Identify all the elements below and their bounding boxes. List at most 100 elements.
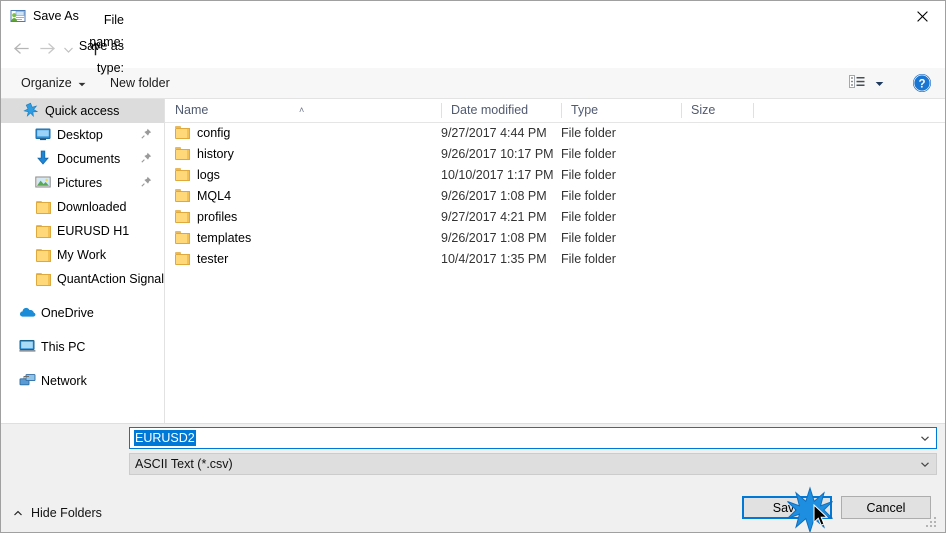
- file-type-cell: File folder: [561, 230, 616, 245]
- file-date-cell: 9/27/2017 4:44 PM: [441, 125, 547, 140]
- documents-icon: [35, 150, 51, 169]
- folder-icon: [175, 210, 190, 223]
- sidebar-item-label: My Work: [57, 248, 107, 262]
- folder-icon: [35, 272, 51, 286]
- column-header-name[interactable]: Name ˄: [165, 99, 441, 121]
- folder-icon: [35, 200, 51, 214]
- back-button[interactable]: [9, 38, 33, 62]
- column-divider[interactable]: [561, 103, 562, 118]
- sidebar-item-label: Pictures: [57, 176, 103, 190]
- save-as-dialog: Save As Organize New folder ? Quick acce…: [0, 0, 946, 533]
- file-list-pane: Name ˄ Date modified Type Size config 9/27/20…: [165, 99, 945, 423]
- table-row[interactable]: MQL4 9/26/2017 1:08 PM File folder: [165, 185, 945, 206]
- file-date-cell: 9/26/2017 1:08 PM: [441, 230, 547, 245]
- sidebar-item-this-pc[interactable]: This PC: [1, 335, 164, 359]
- sidebar-item-my-work[interactable]: My Work: [1, 243, 164, 267]
- table-row[interactable]: templates 9/26/2017 1:08 PM File folder: [165, 227, 945, 248]
- folder-icon: [175, 252, 190, 265]
- folder-icon: [35, 248, 51, 262]
- file-type-cell: File folder: [561, 251, 616, 266]
- chevron-down-icon: [875, 76, 884, 90]
- sidebar-item-quantaction-signal[interactable]: QuantAction Signal: [1, 267, 164, 291]
- column-divider[interactable]: [441, 103, 442, 118]
- column-header-row: Name ˄ Date modified Type Size: [165, 99, 945, 123]
- chevron-down-icon: [920, 457, 930, 471]
- save-button[interactable]: Save: [742, 496, 832, 519]
- table-row[interactable]: profiles 9/27/2017 4:21 PM File folder: [165, 206, 945, 227]
- table-row[interactable]: history 9/26/2017 10:17 PM File folder: [165, 143, 945, 164]
- pin-icon[interactable]: [141, 128, 152, 142]
- file-date-cell: 9/26/2017 1:08 PM: [441, 188, 547, 203]
- column-divider[interactable]: [681, 103, 682, 118]
- file-name-input[interactable]: EURUSD2: [129, 427, 937, 449]
- file-date-cell: 10/4/2017 1:35 PM: [441, 251, 547, 266]
- save-as-type-select[interactable]: ASCII Text (*.csv): [129, 453, 937, 475]
- save-as-type-label: Save as type:: [78, 39, 124, 75]
- sidebar-item-network[interactable]: Network: [1, 369, 164, 393]
- sidebar-item-onedrive[interactable]: OneDrive: [1, 301, 164, 325]
- close-button[interactable]: [899, 1, 945, 31]
- sidebar-item-label: Downloaded: [57, 200, 127, 214]
- resize-grip-icon[interactable]: [926, 517, 937, 528]
- table-row[interactable]: logs 10/10/2017 1:17 PM File folder: [165, 164, 945, 185]
- sidebar-item-quick-access[interactable]: Quick access: [1, 99, 164, 123]
- folder-icon: [35, 224, 51, 238]
- file-name-cell: logs: [175, 168, 220, 182]
- folder-icon: [175, 189, 190, 202]
- arrow-left-icon: [12, 41, 31, 59]
- file-name-dropdown-button[interactable]: [915, 429, 935, 447]
- pictures-icon: [35, 174, 51, 193]
- onedrive-icon: [19, 304, 36, 323]
- file-type-cell: File folder: [561, 188, 616, 203]
- table-row[interactable]: config 9/27/2017 4:44 PM File folder: [165, 122, 945, 143]
- file-name-text: templates: [197, 230, 252, 245]
- sidebar-item-label: OneDrive: [41, 306, 94, 320]
- column-header-type[interactable]: Type: [561, 99, 681, 121]
- file-name-cell: config: [175, 126, 230, 140]
- file-date-cell: 10/10/2017 1:17 PM: [441, 167, 554, 182]
- hide-folders-button[interactable]: Hide Folders: [13, 503, 102, 523]
- table-row[interactable]: tester 10/4/2017 1:35 PM File folder: [165, 248, 945, 269]
- change-view-button[interactable]: [849, 73, 884, 93]
- column-header-label: Date modified: [451, 103, 529, 117]
- view-layout-icon: [849, 74, 868, 92]
- file-name-cell: tester: [175, 252, 228, 266]
- network-icon: [19, 372, 36, 391]
- hide-folders-label: Hide Folders: [31, 506, 102, 520]
- file-date-cell: 9/26/2017 10:17 PM: [441, 146, 554, 161]
- svg-text:?: ?: [918, 79, 925, 91]
- file-name-cell: history: [175, 147, 234, 161]
- file-name-text: profiles: [197, 209, 238, 224]
- sidebar-item-label: Quick access: [45, 104, 120, 118]
- file-name-text: tester: [197, 251, 229, 266]
- save-button-label: Save: [772, 500, 802, 515]
- sidebar-item-label: Documents: [57, 152, 121, 166]
- file-type-cell: File folder: [561, 167, 616, 182]
- file-name-cell: MQL4: [175, 189, 231, 203]
- column-header-label: Type: [571, 103, 599, 117]
- folder-icon: [175, 231, 190, 244]
- help-button[interactable]: ?: [912, 73, 932, 93]
- column-divider[interactable]: [753, 103, 754, 118]
- title-bar: Save As: [1, 1, 945, 32]
- sidebar-item-label: Desktop: [57, 128, 103, 142]
- sidebar-item-downloaded[interactable]: Downloaded: [1, 195, 164, 219]
- sidebar-item-eurusd-h1[interactable]: EURUSD H1: [1, 219, 164, 243]
- cancel-button[interactable]: Cancel: [841, 496, 931, 519]
- column-header-size[interactable]: Size: [681, 99, 753, 121]
- column-header-date-modified[interactable]: Date modified: [441, 99, 561, 121]
- save-as-type-dropdown-button[interactable]: [915, 455, 935, 473]
- sidebar-item-documents[interactable]: Documents: [1, 147, 164, 171]
- cancel-button-label: Cancel: [866, 500, 906, 515]
- sidebar-item-desktop[interactable]: Desktop: [1, 123, 164, 147]
- sort-ascending-icon: ˄: [299, 105, 305, 115]
- file-name-text: history: [197, 146, 234, 161]
- sidebar-item-pictures[interactable]: Pictures: [1, 171, 164, 195]
- pin-icon[interactable]: [141, 152, 152, 166]
- column-header-label: Name: [175, 103, 209, 117]
- help-icon: ?: [912, 74, 932, 96]
- file-name-value[interactable]: EURUSD2: [134, 430, 196, 446]
- pin-icon[interactable]: [141, 176, 152, 190]
- navigation-pane: Quick access Desktop Documents Pictures Down…: [1, 99, 164, 423]
